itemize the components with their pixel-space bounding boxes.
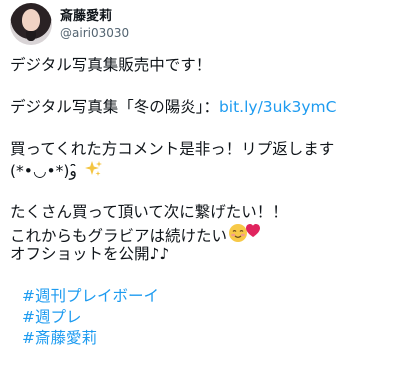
tweet-line-6-text: これからもグラビアは続けたい <box>10 227 228 245</box>
tweet-text: デジタル写真集販売中です！ デジタル写真集「冬の陽炎」：bit.ly/3uk3y… <box>10 55 395 349</box>
tweet-line-2-text: デジタル写真集「冬の陽炎」： <box>10 98 219 116</box>
tweet-line-4: (*•◡•*)ﻭ ̑̑ <box>10 160 395 181</box>
hashtag-2-line: #週プレ <box>10 307 395 328</box>
kaomoji: (*•◡•*)ﻭ ̑̑ <box>10 162 82 180</box>
product-link[interactable]: bit.ly/3uk3ymC <box>219 98 336 116</box>
tweet-line-5: たくさん買って頂いて次に繋げたい！！ <box>10 203 288 221</box>
hashtag-3-line: #斎藤愛莉 <box>10 328 395 349</box>
tweet-line-1: デジタル写真集販売中です！ <box>10 56 212 74</box>
tweet-line-2: デジタル写真集「冬の陽炎」：bit.ly/3uk3ymC <box>10 97 395 118</box>
heart-icon <box>246 224 261 237</box>
avatar[interactable] <box>10 3 52 45</box>
tweet-line-6: これからもグラビアは続けたい <box>10 223 395 245</box>
tweet-card: 斎藤愛莉 @airi03030 デジタル写真集販売中です！ デジタル写真集「冬の… <box>0 0 397 368</box>
author-display-name[interactable]: 斎藤愛莉 <box>60 8 129 25</box>
hashtag-2[interactable]: #週プレ <box>22 308 82 326</box>
tweet-line-3: 買ってくれた方コメント是非っ！リプ返します <box>10 140 335 158</box>
hashtag-3[interactable]: #斎藤愛莉 <box>22 329 97 347</box>
author-info: 斎藤愛莉 @airi03030 <box>60 8 129 41</box>
sparkles-icon <box>84 161 102 176</box>
hashtag-1-line: #週刊プレイボーイ <box>10 286 395 307</box>
tweet-header: 斎藤愛莉 @airi03030 <box>10 2 129 46</box>
author-handle[interactable]: @airi03030 <box>60 25 129 41</box>
tweet-line-7: オフショットを公開♪♪ <box>10 245 170 263</box>
hashtag-1[interactable]: #週刊プレイボーイ <box>22 287 159 305</box>
